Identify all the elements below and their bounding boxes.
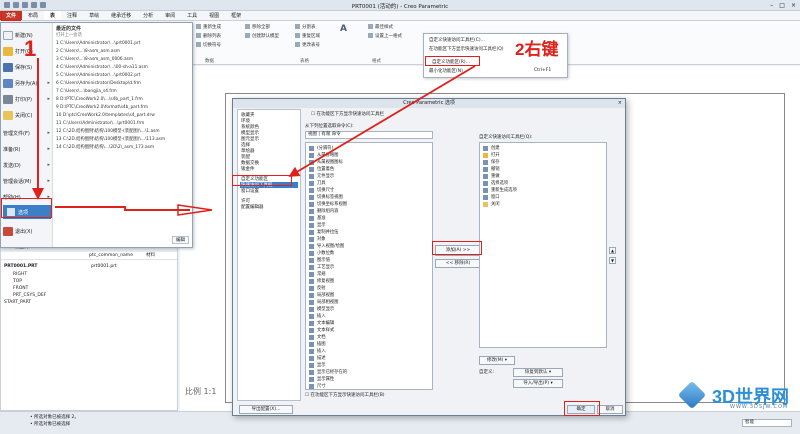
annotation-arrows (32, 58, 476, 216)
annotation-arrow-options (55, 206, 190, 211)
annotation-arrow-step2 (288, 65, 476, 177)
watermark-url: WWW.3DSJW.COM (730, 404, 789, 410)
